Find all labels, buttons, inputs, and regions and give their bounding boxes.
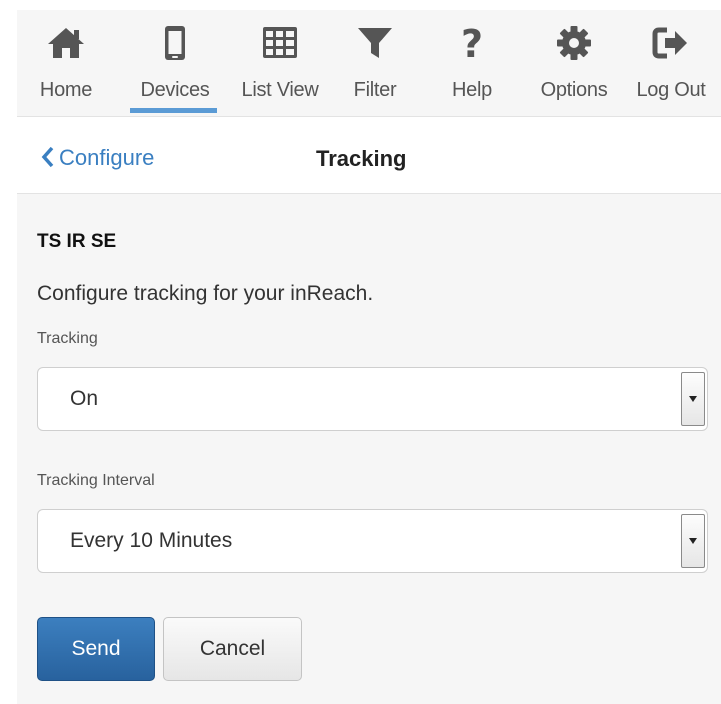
dropdown-arrow-icon[interactable]	[681, 514, 705, 568]
nav-label-home: Home	[39, 79, 93, 101]
tracking-select[interactable]: On	[37, 367, 708, 431]
back-link-label: Configure	[59, 145, 155, 170]
dropdown-arrow-icon[interactable]	[681, 372, 705, 426]
tracking-interval-select[interactable]: Every 10 Minutes	[37, 509, 708, 573]
intro-text: Configure tracking for your inReach.	[37, 282, 374, 305]
active-tab-underline	[130, 108, 217, 113]
device-name: TS IR SE	[37, 231, 117, 252]
gear-icon	[554, 24, 594, 62]
question-mark-icon: ?	[452, 24, 492, 62]
tracking-interval-select-value: Every 10 Minutes	[70, 529, 233, 552]
nav-item-devices[interactable]: Devices	[127, 10, 223, 116]
app-frame: Home Devices List View Filter ? Help Opt…	[17, 10, 721, 704]
nav-item-list-view[interactable]: List View	[227, 10, 333, 116]
svg-text:?: ?	[461, 24, 483, 62]
home-icon	[46, 24, 86, 62]
nav-item-options[interactable]: Options	[525, 10, 623, 116]
filter-funnel-icon	[355, 24, 395, 62]
send-button[interactable]: Send	[37, 617, 155, 681]
chevron-left-icon	[41, 146, 54, 168]
nav-label-devices: Devices	[140, 79, 210, 101]
nav-item-log-out[interactable]: Log Out	[627, 10, 715, 116]
nav-label-log-out: Log Out	[636, 79, 706, 101]
logout-icon	[651, 24, 691, 62]
nav-item-home[interactable]: Home	[25, 10, 107, 116]
nav-item-filter[interactable]: Filter	[337, 10, 413, 116]
nav-item-help[interactable]: ? Help	[437, 10, 507, 116]
top-navigation-bar: Home Devices List View Filter ? Help Opt…	[17, 10, 721, 116]
cancel-button[interactable]: Cancel	[163, 617, 302, 681]
nav-label-options: Options	[540, 79, 608, 101]
tracking-interval-label: Tracking Interval	[37, 472, 155, 489]
grid-table-icon	[260, 24, 300, 62]
mobile-device-icon	[155, 24, 195, 62]
back-to-configure-link[interactable]: Configure	[41, 145, 154, 171]
tracking-label: Tracking	[37, 330, 98, 347]
tracking-select-value: On	[70, 387, 99, 410]
nav-label-help: Help	[452, 79, 492, 101]
page-header: Configure Tracking	[17, 116, 721, 194]
nav-label-filter: Filter	[353, 79, 397, 101]
page-title: Tracking	[316, 146, 407, 171]
nav-label-list-view: List View	[241, 79, 319, 101]
